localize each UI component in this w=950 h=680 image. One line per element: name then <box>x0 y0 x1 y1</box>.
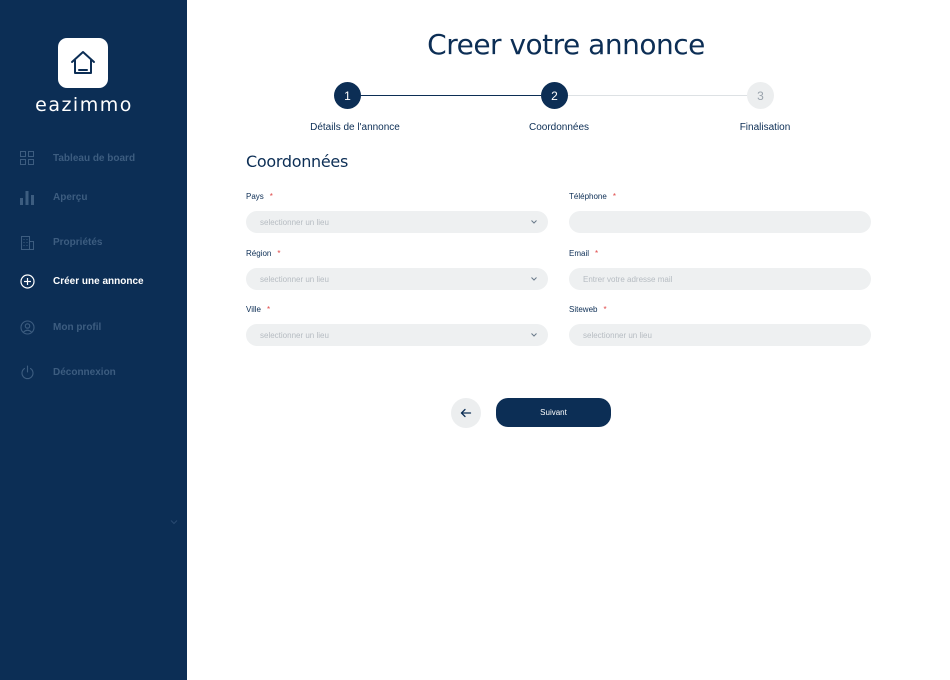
pays-placeholder: selectionner un lieu <box>260 217 329 227</box>
chevron-down-icon <box>531 220 537 224</box>
siteweb-placeholder: selectionner un lieu <box>583 330 652 340</box>
step-3-label: Finalisation <box>739 122 791 133</box>
grid-icon <box>18 149 36 167</box>
sidebar-item-label: Créer une annonce <box>53 275 144 287</box>
arrow-left-icon <box>460 408 472 418</box>
house-icon <box>71 51 95 74</box>
required-mark: * <box>269 192 273 201</box>
email-input[interactable]: Entrer votre adresse mail <box>569 268 871 290</box>
step-1-label: Détails de l'annonce <box>310 122 400 133</box>
stepper-line-complete <box>360 95 541 96</box>
telephone-label: Téléphone * <box>569 192 616 201</box>
brand-name: eazimmo <box>35 94 133 116</box>
logo[interactable] <box>58 38 108 88</box>
telephone-input[interactable] <box>569 211 871 233</box>
building-icon <box>18 233 36 251</box>
ville-label: Ville * <box>246 305 271 314</box>
pays-label: Pays * <box>246 192 273 201</box>
step-2-label: Coordonnées <box>528 122 590 133</box>
sidebar-item-tableau-de-board[interactable]: Tableau de board <box>0 146 187 170</box>
step-3-circle[interactable]: 3 <box>747 82 774 109</box>
stepper-line-pending <box>567 95 747 96</box>
email-label: Email * <box>569 249 599 258</box>
sidebar-item-apercu[interactable]: Aperçu <box>0 185 187 209</box>
sidebar-item-mon-profil[interactable]: Mon profil <box>0 315 187 339</box>
chevron-down-icon <box>531 333 537 337</box>
sidebar-item-label: Aperçu <box>53 191 88 203</box>
siteweb-input[interactable]: selectionner un lieu <box>569 324 871 346</box>
region-placeholder: selectionner un lieu <box>260 274 329 284</box>
region-select[interactable]: selectionner un lieu <box>246 268 548 290</box>
required-mark: * <box>277 249 281 258</box>
sidebar-item-label: Mon profil <box>53 321 102 333</box>
plus-circle-icon <box>18 272 36 290</box>
siteweb-label: Siteweb * <box>569 305 607 314</box>
required-mark: * <box>612 192 616 201</box>
required-mark: * <box>266 305 271 314</box>
chevron-down-icon <box>531 277 537 281</box>
sidebar-item-label: Déconnexion <box>53 366 116 378</box>
section-title: Coordonnées <box>246 152 348 171</box>
required-mark: * <box>595 249 599 258</box>
step-1-circle[interactable]: 1 <box>334 82 361 109</box>
user-circle-icon <box>18 318 36 336</box>
ville-placeholder: selectionner un lieu <box>260 330 329 340</box>
next-button[interactable]: Suivant <box>496 398 611 427</box>
sidebar-item-label: Tableau de board <box>53 152 136 164</box>
sidebar-item-label: Propriétés <box>53 236 103 248</box>
back-button[interactable] <box>451 398 481 428</box>
pays-select[interactable]: selectionner un lieu <box>246 211 548 233</box>
email-placeholder: Entrer votre adresse mail <box>583 274 673 284</box>
required-mark: * <box>603 305 607 314</box>
chevron-down-icon[interactable] <box>170 518 178 526</box>
page-title: Creer votre annonce <box>427 28 705 61</box>
step-2-circle[interactable]: 2 <box>541 82 568 109</box>
power-icon <box>18 363 36 381</box>
bar-chart-icon <box>18 188 36 206</box>
sidebar-item-deconnexion[interactable]: Déconnexion <box>0 360 187 384</box>
sidebar-item-creer-une-annonce[interactable]: Créer une annonce <box>0 269 187 293</box>
sidebar-item-proprietes[interactable]: Propriétés <box>0 230 187 254</box>
ville-select[interactable]: selectionner un lieu <box>246 324 548 346</box>
region-label: Région * <box>246 249 281 258</box>
sidebar: eazimmo Tableau de board Aperçu Propriét… <box>0 0 187 680</box>
